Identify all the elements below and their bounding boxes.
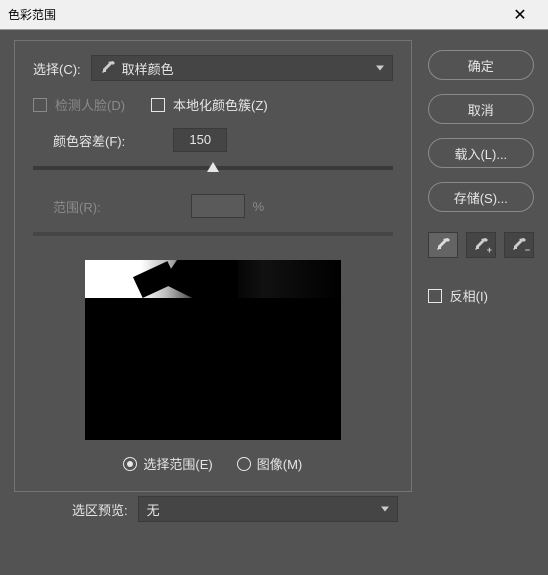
detect-faces-label: 检测人脸(D) — [55, 95, 125, 114]
eyedropper-icon — [100, 60, 116, 76]
preview-value: 无 — [147, 500, 160, 519]
cancel-button[interactable]: 取消 — [428, 94, 534, 124]
select-label: 选择(C): — [33, 59, 81, 78]
main-fieldset: 选择(C): 取样颜色 检测人脸(D) 本地化颜色簇(Z) — [14, 40, 412, 492]
range-label: 范围(R): — [53, 197, 101, 216]
load-button[interactable]: 载入(L)... — [428, 138, 534, 168]
ok-button[interactable]: 确定 — [428, 50, 534, 80]
select-value: 取样颜色 — [122, 59, 174, 78]
detect-faces-checkbox — [33, 98, 47, 112]
close-button[interactable]: ✕ — [500, 1, 540, 29]
radio-icon — [123, 457, 137, 471]
radio-selection[interactable]: 选择范围(E) — [123, 454, 212, 473]
fuzziness-label: 颜色容差(F): — [53, 131, 125, 150]
eyedropper-add-button[interactable]: + — [466, 232, 496, 258]
fuzziness-input[interactable]: 150 — [173, 128, 227, 152]
titlebar: 色彩范围 ✕ — [0, 0, 548, 30]
plus-icon: + — [487, 245, 492, 255]
localized-checkbox[interactable] — [151, 98, 165, 112]
preview-dropdown[interactable]: 无 — [138, 496, 398, 522]
preview-image[interactable] — [85, 260, 341, 440]
eyedropper-subtract-button[interactable]: − — [504, 232, 534, 258]
select-dropdown[interactable]: 取样颜色 — [91, 55, 393, 81]
slider-thumb-icon[interactable] — [207, 162, 219, 172]
minus-icon: − — [525, 245, 530, 255]
radio-icon — [237, 457, 251, 471]
invert-checkbox[interactable] — [428, 289, 442, 303]
save-button[interactable]: 存储(S)... — [428, 182, 534, 212]
fuzziness-slider[interactable] — [33, 166, 393, 170]
range-input — [191, 194, 245, 218]
localized-label: 本地化颜色簇(Z) — [173, 95, 268, 114]
range-unit: % — [253, 199, 265, 214]
range-slider — [33, 232, 393, 236]
preview-label: 选区预览: — [72, 500, 128, 519]
window-title: 色彩范围 — [8, 6, 500, 23]
invert-label: 反相(I) — [450, 286, 488, 305]
eyedropper-button[interactable] — [428, 232, 458, 258]
radio-image[interactable]: 图像(M) — [237, 454, 303, 473]
